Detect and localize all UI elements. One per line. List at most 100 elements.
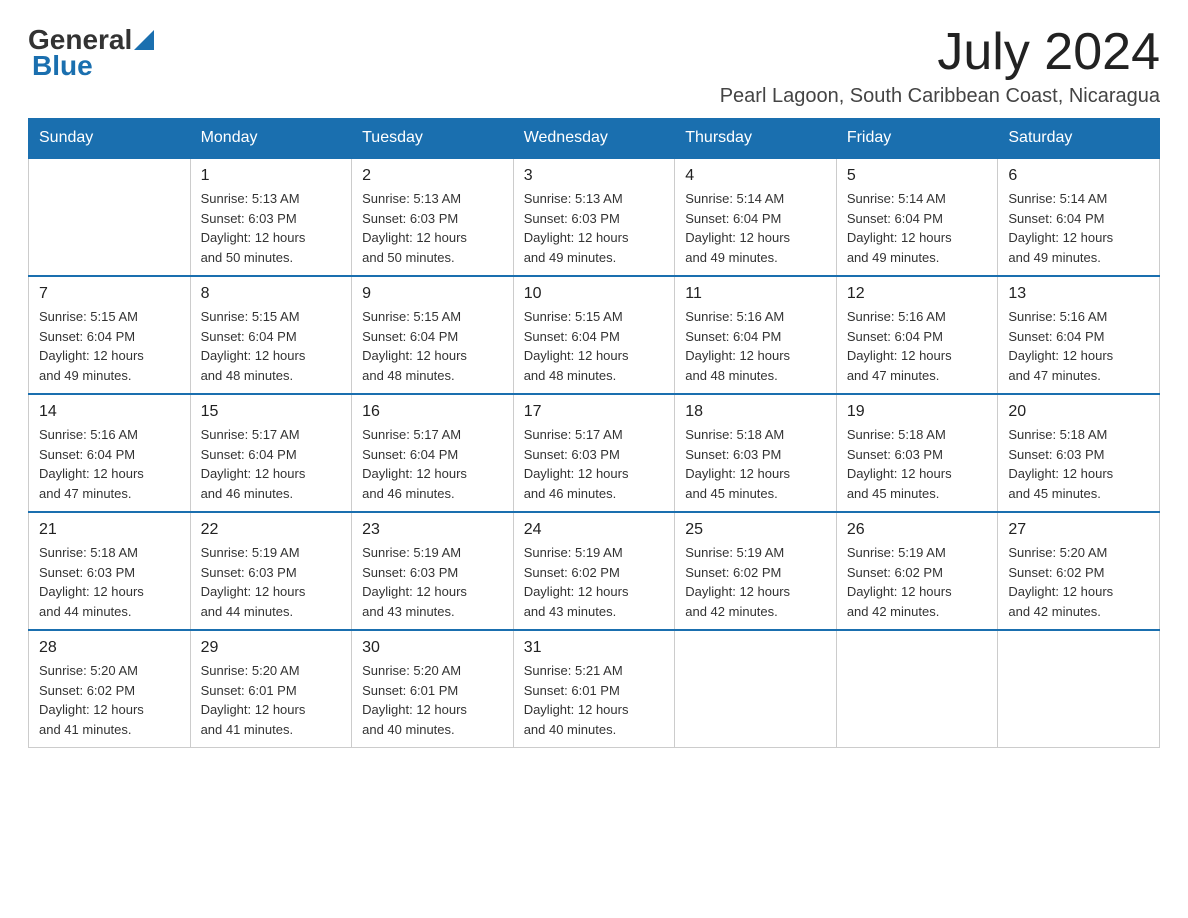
day-info: Sunrise: 5:18 AM Sunset: 6:03 PM Dayligh… [1008,425,1149,503]
day-info: Sunrise: 5:14 AM Sunset: 6:04 PM Dayligh… [847,189,988,267]
day-number: 21 [39,521,180,539]
day-info: Sunrise: 5:20 AM Sunset: 6:01 PM Dayligh… [201,661,342,739]
day-number: 15 [201,403,342,421]
day-number: 13 [1008,285,1149,303]
day-info: Sunrise: 5:13 AM Sunset: 6:03 PM Dayligh… [524,189,665,267]
day-info: Sunrise: 5:20 AM Sunset: 6:02 PM Dayligh… [1008,543,1149,621]
day-info: Sunrise: 5:18 AM Sunset: 6:03 PM Dayligh… [847,425,988,503]
calendar-day-header: Saturday [998,119,1160,159]
day-number: 26 [847,521,988,539]
day-info: Sunrise: 5:17 AM Sunset: 6:04 PM Dayligh… [201,425,342,503]
calendar-day-cell: 23 Sunrise: 5:19 AM Sunset: 6:03 PM Dayli… [352,512,514,630]
day-info: Sunrise: 5:16 AM Sunset: 6:04 PM Dayligh… [1008,307,1149,385]
calendar-day-cell: 7Sunrise: 5:15 AM Sunset: 6:04 PM Daylig… [29,276,191,394]
day-info: Sunrise: 5:19 AM Sunset: 6:02 PM Dayligh… [685,543,826,621]
day-number: 30 [362,639,503,657]
calendar-day-cell: 21Sunrise: 5:18 AM Sunset: 6:03 PM Dayli… [29,512,191,630]
calendar-day-cell: 9 Sunrise: 5:15 AM Sunset: 6:04 PM Daylig… [352,276,514,394]
day-info: Sunrise: 5:13 AM Sunset: 6:03 PM Dayligh… [201,189,342,267]
day-number: 23 [362,521,503,539]
page-header: General Blue July 2024 Pearl Lagoon, Sou… [28,24,1160,108]
day-number: 12 [847,285,988,303]
calendar-day-cell: 6Sunrise: 5:14 AM Sunset: 6:04 PM Daylig… [998,158,1160,276]
day-number: 24 [524,521,665,539]
calendar-day-cell: 4 Sunrise: 5:14 AM Sunset: 6:04 PM Daylig… [675,158,837,276]
day-info: Sunrise: 5:19 AM Sunset: 6:03 PM Dayligh… [362,543,503,621]
calendar-day-header: Wednesday [513,119,675,159]
month-year-title: July 2024 [720,24,1160,81]
calendar-day-cell: 24 Sunrise: 5:19 AM Sunset: 6:02 PM Dayli… [513,512,675,630]
calendar-header-row: SundayMondayTuesdayWednesdayThursdayFrid… [29,119,1160,159]
day-info: Sunrise: 5:16 AM Sunset: 6:04 PM Dayligh… [847,307,988,385]
day-info: Sunrise: 5:19 AM Sunset: 6:03 PM Dayligh… [201,543,342,621]
calendar-day-cell: 12 Sunrise: 5:16 AM Sunset: 6:04 PM Dayli… [836,276,998,394]
calendar-day-cell [29,158,191,276]
day-number: 11 [685,285,826,303]
calendar-day-cell: 22Sunrise: 5:19 AM Sunset: 6:03 PM Dayli… [190,512,352,630]
calendar-day-cell [836,630,998,748]
day-number: 10 [524,285,665,303]
day-number: 8 [201,285,342,303]
day-number: 1 [201,167,342,185]
calendar-day-cell: 26Sunrise: 5:19 AM Sunset: 6:02 PM Dayli… [836,512,998,630]
calendar-day-cell: 2 Sunrise: 5:13 AM Sunset: 6:03 PM Daylig… [352,158,514,276]
day-number: 17 [524,403,665,421]
day-info: Sunrise: 5:16 AM Sunset: 6:04 PM Dayligh… [39,425,180,503]
day-info: Sunrise: 5:17 AM Sunset: 6:03 PM Dayligh… [524,425,665,503]
calendar-day-cell: 10 Sunrise: 5:15 AM Sunset: 6:04 PM Dayli… [513,276,675,394]
calendar-day-cell: 13 Sunrise: 5:16 AM Sunset: 6:04 PM Dayli… [998,276,1160,394]
calendar-day-cell: 5 Sunrise: 5:14 AM Sunset: 6:04 PM Daylig… [836,158,998,276]
calendar-day-cell [998,630,1160,748]
day-number: 20 [1008,403,1149,421]
logo: General Blue [28,24,154,82]
day-info: Sunrise: 5:18 AM Sunset: 6:03 PM Dayligh… [685,425,826,503]
day-number: 27 [1008,521,1149,539]
day-info: Sunrise: 5:13 AM Sunset: 6:03 PM Dayligh… [362,189,503,267]
calendar-week-row: 28Sunrise: 5:20 AM Sunset: 6:02 PM Dayli… [29,630,1160,748]
day-number: 31 [524,639,665,657]
day-number: 16 [362,403,503,421]
day-number: 14 [39,403,180,421]
calendar-day-cell: 31Sunrise: 5:21 AM Sunset: 6:01 PM Dayli… [513,630,675,748]
title-section: July 2024 Pearl Lagoon, South Caribbean … [720,24,1160,108]
calendar-week-row: 21Sunrise: 5:18 AM Sunset: 6:03 PM Dayli… [29,512,1160,630]
day-number: 29 [201,639,342,657]
day-number: 4 [685,167,826,185]
day-info: Sunrise: 5:14 AM Sunset: 6:04 PM Dayligh… [1008,189,1149,267]
day-info: Sunrise: 5:15 AM Sunset: 6:04 PM Dayligh… [201,307,342,385]
calendar-day-cell: 3Sunrise: 5:13 AM Sunset: 6:03 PM Daylig… [513,158,675,276]
day-info: Sunrise: 5:20 AM Sunset: 6:01 PM Dayligh… [362,661,503,739]
calendar-day-cell: 30 Sunrise: 5:20 AM Sunset: 6:01 PM Dayli… [352,630,514,748]
calendar-week-row: 14 Sunrise: 5:16 AM Sunset: 6:04 PM Dayli… [29,394,1160,512]
calendar-day-header: Thursday [675,119,837,159]
day-info: Sunrise: 5:17 AM Sunset: 6:04 PM Dayligh… [362,425,503,503]
logo-triangle-icon [134,30,154,50]
calendar-day-cell [675,630,837,748]
calendar-day-cell: 16 Sunrise: 5:17 AM Sunset: 6:04 PM Dayli… [352,394,514,512]
day-info: Sunrise: 5:16 AM Sunset: 6:04 PM Dayligh… [685,307,826,385]
day-number: 5 [847,167,988,185]
calendar-day-cell: 20 Sunrise: 5:18 AM Sunset: 6:03 PM Dayli… [998,394,1160,512]
calendar-week-row: 1 Sunrise: 5:13 AM Sunset: 6:03 PM Daylig… [29,158,1160,276]
day-info: Sunrise: 5:20 AM Sunset: 6:02 PM Dayligh… [39,661,180,739]
calendar-table: SundayMondayTuesdayWednesdayThursdayFrid… [28,118,1160,748]
logo-blue-text: Blue [32,50,93,82]
day-number: 2 [362,167,503,185]
day-info: Sunrise: 5:15 AM Sunset: 6:04 PM Dayligh… [362,307,503,385]
day-info: Sunrise: 5:19 AM Sunset: 6:02 PM Dayligh… [524,543,665,621]
day-info: Sunrise: 5:14 AM Sunset: 6:04 PM Dayligh… [685,189,826,267]
calendar-day-cell: 25 Sunrise: 5:19 AM Sunset: 6:02 PM Dayli… [675,512,837,630]
calendar-day-cell: 18Sunrise: 5:18 AM Sunset: 6:03 PM Dayli… [675,394,837,512]
calendar-day-cell: 28Sunrise: 5:20 AM Sunset: 6:02 PM Dayli… [29,630,191,748]
day-number: 25 [685,521,826,539]
calendar-day-cell: 17 Sunrise: 5:17 AM Sunset: 6:03 PM Dayli… [513,394,675,512]
calendar-day-cell: 29 Sunrise: 5:20 AM Sunset: 6:01 PM Dayli… [190,630,352,748]
calendar-day-cell: 15 Sunrise: 5:17 AM Sunset: 6:04 PM Dayli… [190,394,352,512]
calendar-day-header: Sunday [29,119,191,159]
location-subtitle: Pearl Lagoon, South Caribbean Coast, Nic… [720,85,1160,108]
day-number: 19 [847,403,988,421]
calendar-day-header: Monday [190,119,352,159]
day-info: Sunrise: 5:15 AM Sunset: 6:04 PM Dayligh… [524,307,665,385]
calendar-day-cell: 19 Sunrise: 5:18 AM Sunset: 6:03 PM Dayli… [836,394,998,512]
day-number: 9 [362,285,503,303]
